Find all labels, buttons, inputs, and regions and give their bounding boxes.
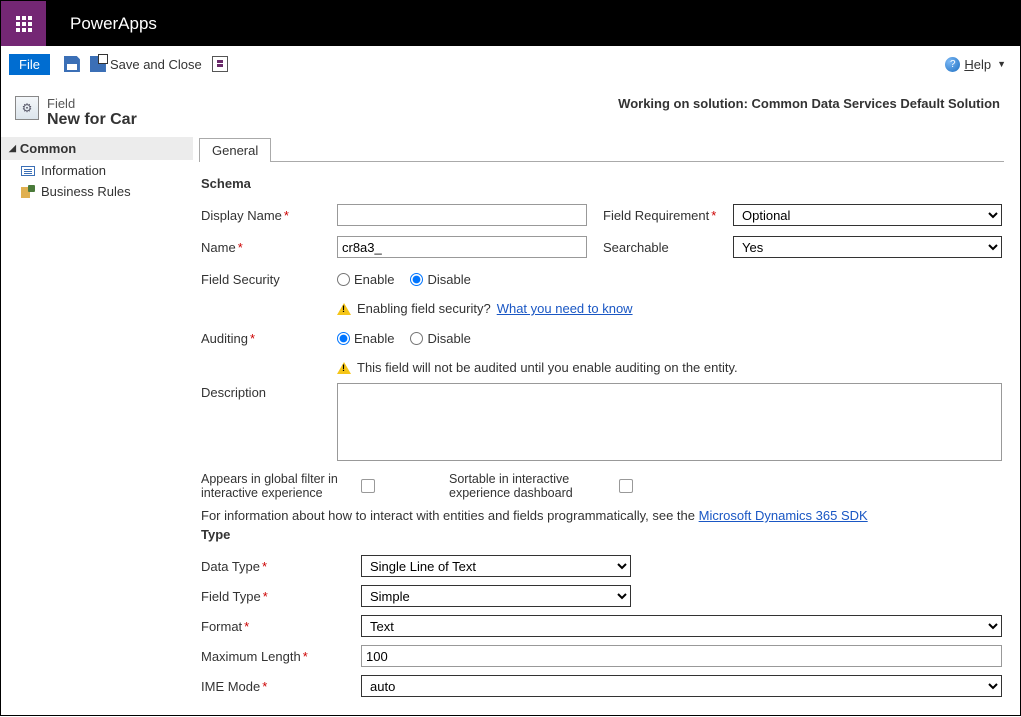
auditing-enable-radio[interactable]: Enable [337, 331, 394, 346]
field-entity-icon: ⚙ [15, 96, 39, 120]
display-name-input[interactable] [337, 204, 587, 226]
tab-general[interactable]: General [199, 138, 271, 162]
field-security-disable-radio[interactable]: Disable [410, 272, 470, 287]
warning-icon [337, 362, 351, 374]
searchable-label: Searchable [603, 240, 669, 255]
max-length-input[interactable] [361, 645, 1002, 667]
app-brand: PowerApps [70, 14, 157, 34]
field-type-label: Field Type [201, 589, 261, 604]
solution-context: Working on solution: Common Data Service… [618, 96, 1000, 129]
field-type-select[interactable]: Simple [361, 585, 631, 607]
chevron-down-icon: ▼ [997, 59, 1006, 69]
format-select[interactable]: Text [361, 615, 1002, 637]
save-and-close-button[interactable]: Save and Close [90, 56, 202, 72]
breadcrumb: Field [47, 96, 137, 111]
auditing-disable-radio[interactable]: Disable [410, 331, 470, 346]
save-icon[interactable] [64, 56, 80, 72]
field-security-label: Field Security [201, 272, 280, 287]
data-type-label: Data Type [201, 559, 260, 574]
auditing-label: Auditing [201, 331, 248, 346]
help-label: Help [964, 57, 991, 72]
auditing-warning: This field will not be audited until you… [357, 360, 738, 375]
field-security-warning: Enabling field security? [357, 301, 491, 316]
sortable-label: Sortable in interactive experience dashb… [449, 472, 619, 500]
section-schema: Schema [201, 176, 1002, 191]
help-menu[interactable]: ? Help ▼ [945, 57, 1012, 72]
data-type-select[interactable]: Single Line of Text [361, 555, 631, 577]
ime-mode-label: IME Mode [201, 679, 260, 694]
save-close-icon [90, 56, 106, 72]
nav-item-information[interactable]: Information [1, 160, 193, 181]
nav-item-label: Information [41, 163, 106, 178]
information-icon [21, 166, 35, 176]
warning-icon [337, 303, 351, 315]
sdk-info-text: For information about how to interact wi… [201, 508, 695, 523]
sdk-link[interactable]: Microsoft Dynamics 365 SDK [699, 508, 868, 523]
sortable-checkbox[interactable] [619, 479, 633, 493]
file-menu-button[interactable]: File [9, 54, 50, 75]
nav-section-common[interactable]: ◢ Common [1, 137, 193, 160]
searchable-select[interactable]: Yes [733, 236, 1002, 258]
global-filter-checkbox[interactable] [361, 479, 375, 493]
max-length-label: Maximum Length [201, 649, 301, 664]
name-label: Name [201, 240, 236, 255]
save-close-label: Save and Close [110, 57, 202, 72]
nav-item-label: Business Rules [41, 184, 131, 199]
ime-mode-select[interactable]: auto [361, 675, 1002, 697]
name-input[interactable] [337, 236, 587, 258]
nav-section-label: Common [20, 141, 76, 156]
global-filter-label: Appears in global filter in interactive … [201, 472, 361, 500]
business-rules-icon [21, 185, 35, 199]
app-launcher-button[interactable] [1, 1, 46, 46]
field-requirement-label: Field Requirement [603, 208, 709, 223]
format-label: Format [201, 619, 242, 634]
field-security-link[interactable]: What you need to know [497, 301, 633, 316]
collapse-icon: ◢ [9, 143, 16, 154]
display-name-label: Display Name [201, 208, 282, 223]
help-icon: ? [945, 57, 960, 72]
field-requirement-select[interactable]: Optional [733, 204, 1002, 226]
waffle-icon [16, 16, 32, 32]
section-type: Type [201, 527, 1002, 542]
field-security-enable-radio[interactable]: Enable [337, 272, 394, 287]
page-title: New for Car [47, 111, 137, 129]
description-label: Description [201, 385, 266, 400]
description-textarea[interactable] [337, 383, 1002, 461]
nav-item-business-rules[interactable]: Business Rules [1, 181, 193, 202]
publish-icon[interactable] [212, 56, 228, 72]
